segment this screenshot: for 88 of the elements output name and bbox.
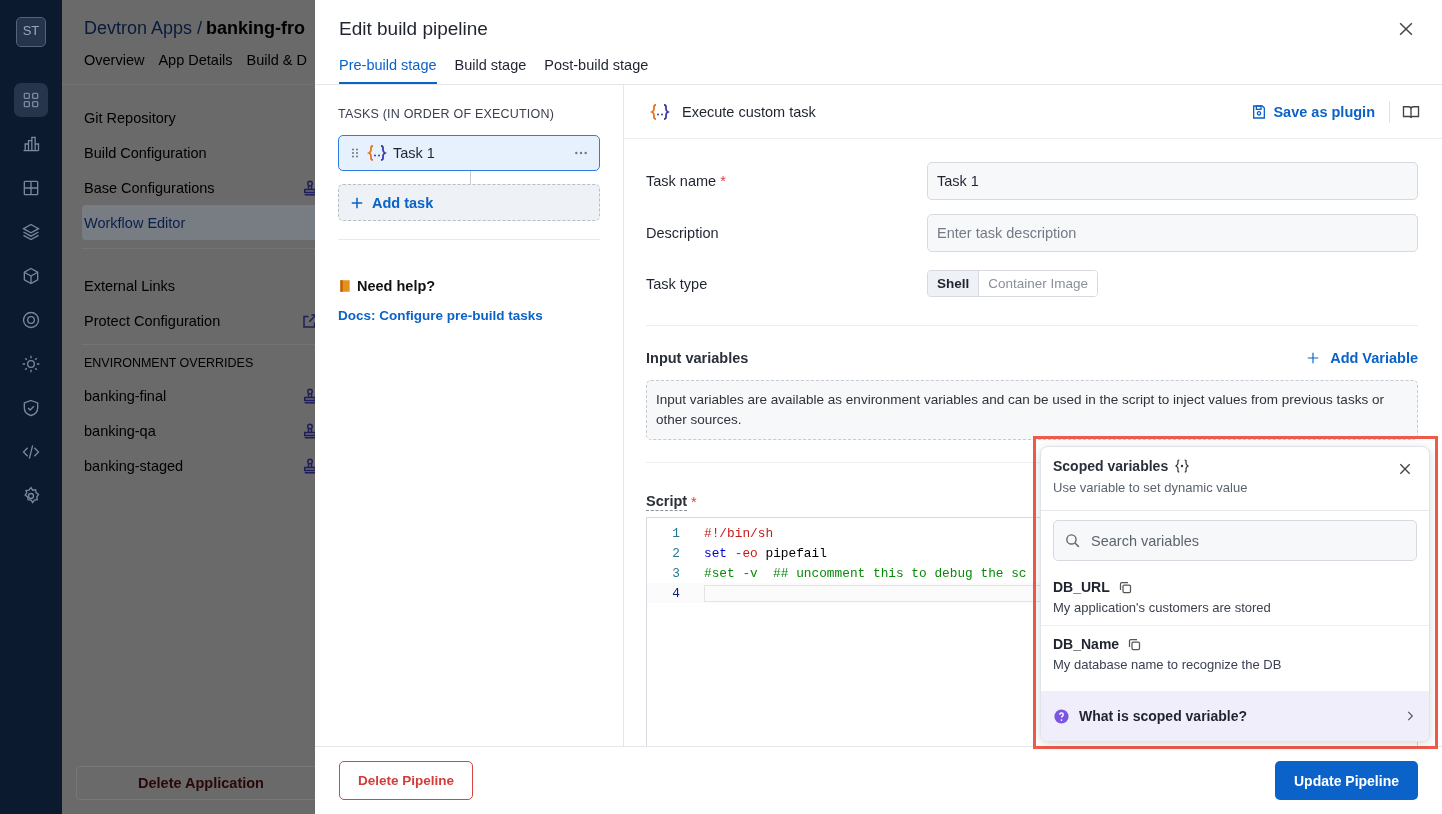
shield-check-icon [21, 398, 41, 418]
app-tab[interactable]: App Details [158, 52, 233, 68]
info-note: Input variables are available as environment variables and can be used in the script to inject values from previous tasks or other sources. [646, 380, 1418, 440]
workspace-logo[interactable]: ST [16, 17, 46, 47]
text-field[interactable]: Enter task description [927, 214, 1418, 252]
drag-handle-icon [349, 146, 361, 160]
text-field[interactable]: Task 1 [927, 162, 1418, 200]
delete-pipeline-button[interactable]: Delete Pipeline [339, 761, 474, 800]
code-line: set -eo pipefail [704, 545, 827, 561]
close-button[interactable] [1397, 461, 1413, 477]
task-header: Execute custom task [682, 103, 817, 120]
segment-option[interactable]: Shell [928, 271, 979, 296]
stamp-icon [301, 178, 315, 197]
stage-tab[interactable]: Pre-build stage [339, 57, 437, 84]
stage-tab[interactable]: Post-build stage [544, 57, 649, 84]
popup-title: Scoped variables [1053, 458, 1169, 474]
sidebar-item[interactable]: banking-final [82, 378, 315, 413]
bar-chart-icon [21, 134, 41, 154]
line-number: 3 [671, 565, 680, 581]
book-icon [338, 278, 352, 294]
field-label: Task name [646, 173, 717, 189]
delete-application-button[interactable]: Delete Application [76, 766, 315, 800]
variable-name: DB_Name [1053, 636, 1120, 652]
external-link-icon [301, 311, 315, 330]
code-icon [21, 442, 41, 462]
save-as-plugin-button[interactable]: Save as plugin [1251, 100, 1390, 123]
copy-icon[interactable] [1127, 636, 1143, 652]
search-icon [1064, 532, 1081, 549]
line-number: 1 [671, 525, 680, 541]
nav-item[interactable] [14, 83, 48, 117]
line-number: 2 [671, 545, 680, 561]
docs-link[interactable]: Docs: Configure pre-build tasks [338, 308, 543, 323]
help-title: Need help? [357, 278, 436, 294]
app-title: banking-fro [206, 18, 306, 39]
curly-braces-icon [650, 102, 670, 121]
sidebar-item[interactable]: Protect Configuration [82, 303, 315, 338]
popup-subtitle: Use variable to set dynamic value [1053, 480, 1249, 495]
add-variable-button[interactable]: Add Variable [1306, 350, 1418, 366]
stamp-icon [301, 386, 315, 405]
copy-icon[interactable] [1117, 579, 1133, 595]
app-tab[interactable]: Overview [84, 52, 145, 68]
sun-icon [21, 354, 41, 374]
layers-icon [21, 222, 41, 242]
variable-icon [1174, 458, 1191, 474]
variable-item[interactable]: DB_URL My application's customers are stored [1041, 569, 1429, 626]
save-icon [1251, 103, 1268, 120]
variable-name: DB_URL [1053, 579, 1110, 595]
breadcrumb-link[interactable]: Devtron Apps / [84, 18, 203, 39]
field-label: Script [646, 493, 688, 511]
variable-description: My database name to recognize the DB [1053, 657, 1283, 672]
sidebar-item[interactable]: Build Configuration [82, 135, 315, 170]
sidebar-item[interactable]: Git Repository [82, 100, 315, 135]
field-label: Description [646, 225, 719, 241]
modal-title: Edit build pipeline [339, 18, 488, 40]
code-line: #set -v ## uncomment this to debug the sc [704, 565, 1027, 581]
line-number: 4 [671, 585, 680, 601]
task-card[interactable]: Task 1 [338, 135, 600, 171]
sidebar-item[interactable]: External Links [82, 268, 315, 303]
plus-icon [350, 195, 364, 210]
curly-braces-icon [367, 144, 387, 162]
apps-icon [21, 178, 41, 198]
sidebar-item[interactable]: banking-qa [82, 413, 315, 448]
close-icon [1397, 461, 1413, 477]
stage-tab[interactable]: Build stage [454, 57, 527, 84]
cube-icon [21, 266, 41, 286]
app-tab[interactable]: Build & D [246, 52, 308, 68]
field-label: Task type [646, 275, 709, 292]
help-link[interactable]: What is scoped variable? [1041, 691, 1429, 741]
sidebar-item[interactable]: banking-staged [82, 448, 315, 483]
target-icon [21, 310, 41, 330]
required-mark: * [691, 494, 697, 510]
sidebar-item[interactable]: Workflow Editor [82, 205, 315, 240]
add-task-button[interactable]: Add task [338, 184, 600, 221]
section-title: Input variables [646, 350, 749, 366]
sidebar-item[interactable]: Base Configurations [82, 170, 315, 205]
stamp-icon [301, 456, 315, 475]
grid-icon [21, 90, 41, 110]
stamp-icon [301, 421, 315, 440]
code-line: #!/bin/sh [704, 525, 774, 541]
tasks-heading: TASKS (IN ORDER OF EXECUTION) [338, 107, 555, 121]
variable-description: My application's customers are stored [1053, 600, 1272, 615]
segment-option[interactable]: Container Image [978, 271, 1098, 296]
settings-icon [21, 486, 41, 506]
update-pipeline-button[interactable]: Update Pipeline [1274, 761, 1418, 800]
search-field[interactable]: Search variables [1053, 520, 1417, 561]
required-mark: * [720, 173, 726, 189]
help-icon [1053, 707, 1070, 725]
plus-icon [1306, 351, 1321, 365]
